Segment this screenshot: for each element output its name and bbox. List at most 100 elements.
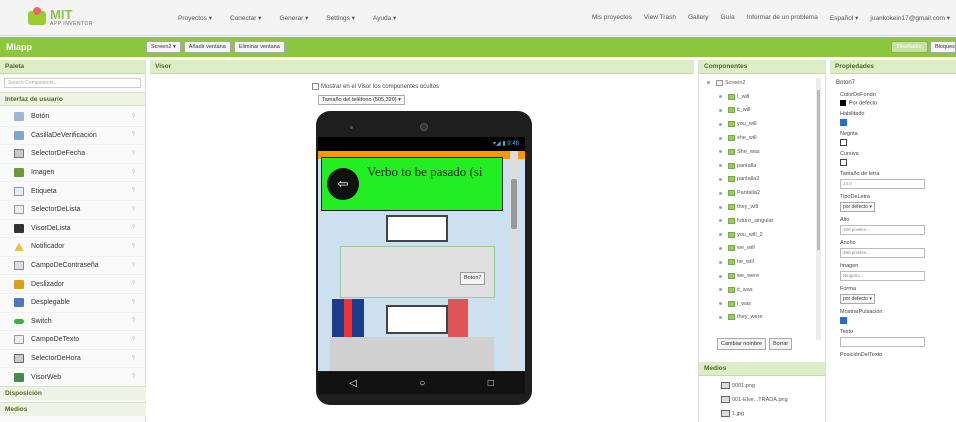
gray-arrangement[interactable] [330,337,494,371]
help-icon[interactable]: ? [132,188,135,194]
add-screen-button[interactable]: Añadir ventana [183,41,231,53]
shape-select[interactable]: por defecto ▾ [840,294,875,305]
menu-settings[interactable]: Settings ▾ [326,14,355,22]
help-icon[interactable]: ? [132,207,135,213]
show-hidden-option[interactable]: Mostrar en el Visor los componentes ocul… [312,83,439,90]
link-my-projects[interactable]: Mis proyectos [592,14,632,22]
fontsize-input[interactable]: 14.0 [840,179,925,190]
component-search-input[interactable]: Search Components... [4,78,141,88]
components-scroll-thumb[interactable] [817,90,820,250]
link-view-trash[interactable]: View Trash [644,14,676,22]
feedback-checkbox[interactable] [840,317,847,325]
palette-item-timepicker[interactable]: SelectorDeHora? [0,350,145,369]
back-arrow-icon[interactable]: ⇦ [327,168,359,200]
screen-select[interactable]: Screen2 ▾ [146,41,181,53]
nav-home-icon[interactable]: ○ [419,378,425,389]
phone-screen[interactable]: ⇦ Verbo to be pasado (si [318,151,525,371]
rename-button[interactable]: Cambiar nombre [717,338,766,350]
account-menu[interactable]: juankokein17@gmail.com ▾ [870,14,950,22]
image-input[interactable]: Ninguno... [840,271,925,282]
blocks-button[interactable]: Bloques [930,41,956,53]
palette-item-image[interactable]: Imagen? [0,164,145,183]
typeface-select[interactable]: por defecto ▾ [840,202,875,213]
link-guide[interactable]: Guía [721,14,735,22]
palette-item-label[interactable]: Etiqueta? [0,182,145,201]
tree-item[interactable]: i_was [699,297,817,311]
palette-item-spinner[interactable]: Desplegable? [0,294,145,313]
menu-build[interactable]: Generar ▾ [279,14,308,22]
help-icon[interactable]: ? [132,356,135,362]
nav-back-icon[interactable]: ◁ [349,378,357,389]
enabled-checkbox[interactable] [840,119,847,127]
link-gallery[interactable]: Gallery [688,14,709,22]
palette-item-textbox[interactable]: CampoDeTexto? [0,331,145,350]
tree-item[interactable]: I_will [699,90,817,104]
language-select[interactable]: Español ▾ [830,14,859,22]
tree-item-screen2[interactable]: Screen2 [699,76,817,90]
palette-item-passwordtextbox[interactable]: CampoDeContraseña? [0,257,145,276]
tree-item[interactable]: pantalla3 [699,173,817,187]
help-icon[interactable]: ? [132,318,135,324]
remove-screen-button[interactable]: Eliminar ventana [233,41,285,53]
palette-item-checkbox[interactable]: CasillaDeVerificación? [0,127,145,146]
help-icon[interactable]: ? [132,151,135,157]
palette-item-webviewer[interactable]: VisorWeb? [0,368,145,387]
tree-item[interactable]: pantalla [699,159,817,173]
palette-item-datepicker[interactable]: SelectorDeFecha? [0,145,145,164]
tree-item[interactable]: futuro_singular [699,214,817,228]
tree-item[interactable]: they_will [699,200,817,214]
italic-checkbox[interactable] [840,159,847,167]
link-report-problem[interactable]: Informar de un problema [747,14,818,22]
nav-recent-icon[interactable]: □ [488,378,494,389]
media-file[interactable]: 001-Elve...TRADA.png [721,396,788,403]
palette-item-listview[interactable]: VisorDeLista? [0,220,145,239]
tree-item[interactable]: he_will [699,255,817,269]
help-icon[interactable]: ? [132,337,135,343]
bold-checkbox[interactable] [840,139,847,147]
palette-item-button[interactable]: Botón? [0,108,145,127]
category-layout[interactable]: Disposición [0,386,146,400]
menu-help[interactable]: Ayuda ▾ [373,14,396,22]
palette-item-switch[interactable]: Switch? [0,313,145,332]
tree-item[interactable]: they_were [699,311,817,325]
text-input[interactable] [840,337,925,348]
height-input[interactable]: 100 píxeles... [840,225,925,236]
media-file[interactable]: 0001.png [721,382,755,389]
palette-item-notifier[interactable]: Notificador? [0,238,145,257]
tree-item[interactable]: it_was [699,283,817,297]
palette-item-slider[interactable]: Deslizador? [0,275,145,294]
bgcolor-value[interactable]: Por defecto [840,100,956,106]
category-user-interface[interactable]: Interfaz de usuario [0,92,145,106]
media-file[interactable]: 1.jpg [721,410,744,417]
help-icon[interactable]: ? [132,263,135,269]
tree-item[interactable]: She_was [699,145,817,159]
tree-item[interactable]: it_will [699,104,817,118]
help-icon[interactable]: ? [132,244,135,250]
phone-size-select[interactable]: Tamaño del teléfono (505,320) ▾ [318,95,405,105]
tree-item[interactable]: Pantalla2 [699,186,817,200]
menu-connect[interactable]: Conectar ▾ [230,14,261,22]
tree-item[interactable]: we_will [699,242,817,256]
help-icon[interactable]: ? [132,281,135,287]
width-input[interactable]: 280 píxeles... [840,248,925,259]
tree-item[interactable]: you_will_2 [699,228,817,242]
tree-item[interactable]: you_will [699,117,817,131]
title-banner[interactable]: ⇦ Verbo to be pasado (si [321,157,503,211]
app-inventor-logo[interactable]: MIT APP INVENTOR [28,6,138,27]
category-media[interactable]: Medios [0,402,146,416]
help-icon[interactable]: ? [132,300,135,306]
image-box-bottom[interactable] [386,305,448,334]
help-icon[interactable]: ? [132,225,135,231]
help-icon[interactable]: ? [132,132,135,138]
boton7-button[interactable]: Boton7 [460,272,486,285]
collapse-icon[interactable] [707,81,710,85]
image-box-top[interactable] [386,215,448,242]
menu-projects[interactable]: Proyectos ▾ [178,14,212,22]
tree-item[interactable]: she_will [699,131,817,145]
help-icon[interactable]: ? [132,170,135,176]
palette-item-listpicker[interactable]: SelectorDeLista? [0,201,145,220]
screen-scroll-thumb[interactable] [511,179,517,229]
help-icon[interactable]: ? [132,374,135,380]
show-hidden-checkbox[interactable] [312,83,319,90]
delete-button[interactable]: Borrar [768,338,793,350]
